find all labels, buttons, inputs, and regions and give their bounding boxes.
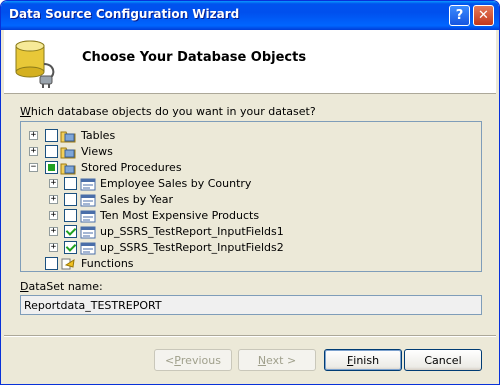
tree-item-checkbox[interactable] bbox=[64, 225, 77, 238]
tree-item-checkbox[interactable] bbox=[64, 209, 77, 222]
folder-view-icon bbox=[60, 144, 76, 160]
prompt-label: hich database objects do you want in you… bbox=[30, 105, 316, 118]
tree-item-label: up_SSRS_TestReport_InputFields1 bbox=[100, 225, 284, 238]
dataset-name-input[interactable] bbox=[20, 295, 482, 315]
next-button[interactable]: Next > bbox=[238, 349, 316, 371]
tree-item-label: Ten Most Expensive Products bbox=[100, 209, 260, 222]
tree-item[interactable]: + Tables bbox=[21, 128, 481, 144]
tree-item-label: up_SSRS_TestReport_InputFields2 bbox=[100, 241, 284, 254]
dataset-name-label: DataSet name: bbox=[20, 280, 103, 293]
folder-table-icon bbox=[60, 128, 76, 144]
tree-item[interactable]: + up_SSRS_TestReport_InputFields2 bbox=[21, 240, 481, 256]
tree-item[interactable]: − Stored Procedures bbox=[21, 160, 481, 176]
folder-procedure-icon bbox=[60, 160, 76, 176]
tree-item[interactable]: + Ten Most Expensive Products bbox=[21, 208, 481, 224]
tree-item-checkbox[interactable] bbox=[64, 241, 77, 254]
database-plug-icon bbox=[15, 40, 55, 88]
tree-item-checkbox[interactable] bbox=[45, 257, 58, 270]
function-icon bbox=[60, 256, 76, 272]
tree-item-checkbox[interactable] bbox=[64, 193, 77, 206]
tree-item-checkbox[interactable] bbox=[45, 129, 58, 142]
procedure-icon bbox=[80, 192, 96, 208]
procedure-icon bbox=[80, 208, 96, 224]
wizard-window: Data Source Configuration Wizard ? ✕ Cho… bbox=[0, 0, 500, 385]
tree-item-label: Views bbox=[81, 145, 113, 158]
finish-button[interactable]: Finish bbox=[324, 349, 402, 371]
tree-item[interactable]: + up_SSRS_TestReport_InputFields1 bbox=[21, 224, 481, 240]
expand-icon[interactable]: + bbox=[29, 131, 38, 140]
prompt-accel: W bbox=[20, 105, 31, 118]
wizard-header: Choose Your Database Objects bbox=[4, 30, 496, 94]
expand-icon[interactable]: + bbox=[49, 243, 58, 252]
tree-item-label: Employee Sales by Country bbox=[100, 177, 252, 190]
tree-item[interactable]: Functions bbox=[21, 256, 481, 272]
expand-icon[interactable]: + bbox=[49, 179, 58, 188]
previous-button[interactable]: < Previous bbox=[154, 349, 232, 371]
tree-item-checkbox[interactable] bbox=[64, 177, 77, 190]
expand-icon[interactable]: + bbox=[49, 227, 58, 236]
tree-item-checkbox[interactable] bbox=[45, 161, 58, 174]
footer-divider bbox=[4, 335, 496, 337]
tree-item-checkbox[interactable] bbox=[45, 145, 58, 158]
tree-item[interactable]: + Employee Sales by Country bbox=[21, 176, 481, 192]
expand-icon[interactable]: + bbox=[49, 195, 58, 204]
help-button[interactable]: ? bbox=[449, 5, 470, 26]
page-title: Choose Your Database Objects bbox=[82, 50, 307, 65]
window-title: Data Source Configuration Wizard bbox=[9, 7, 240, 21]
tree-item[interactable]: + Sales by Year bbox=[21, 192, 481, 208]
objects-tree[interactable]: + Tables + Views − Stored Procedures + Employee… bbox=[20, 121, 482, 272]
title-bar[interactable]: Data Source Configuration Wizard ? ✕ bbox=[1, 1, 499, 30]
tree-item[interactable]: + Views bbox=[21, 144, 481, 160]
tree-item-label: Tables bbox=[81, 129, 116, 142]
procedure-icon bbox=[80, 224, 96, 240]
procedure-icon bbox=[80, 240, 96, 256]
tree-item-label: Functions bbox=[81, 257, 134, 270]
expand-icon[interactable]: + bbox=[29, 147, 38, 156]
cancel-button[interactable]: Cancel bbox=[404, 349, 482, 371]
tree-item-label: Sales by Year bbox=[100, 193, 174, 206]
objects-prompt: Which database objects do you want in yo… bbox=[20, 105, 316, 118]
close-button[interactable]: ✕ bbox=[473, 5, 494, 26]
collapse-icon[interactable]: − bbox=[29, 163, 38, 172]
expand-icon[interactable]: + bbox=[49, 211, 58, 220]
tree-item-label: Stored Procedures bbox=[81, 161, 182, 174]
procedure-icon bbox=[80, 176, 96, 192]
